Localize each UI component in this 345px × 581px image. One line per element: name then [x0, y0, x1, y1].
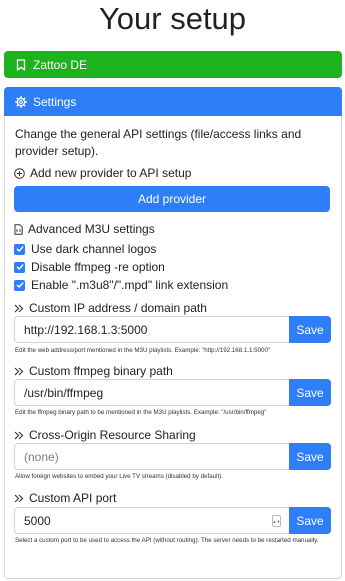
settings-card-label: Settings: [33, 94, 77, 109]
port-value: 5000: [24, 513, 51, 528]
provider-card-zattoo[interactable]: Zattoo DE: [4, 51, 342, 78]
cors-input-group: (none) Save: [14, 443, 331, 470]
add-provider-button[interactable]: Add provider: [14, 186, 330, 212]
save-ffmpeg-button[interactable]: Save: [289, 379, 331, 406]
checkbox-label: Enable ".m3u8"/".mpd" link extension: [31, 278, 229, 292]
settings-card-header[interactable]: Settings: [4, 87, 342, 116]
chevron-double-right-icon: [14, 367, 24, 376]
gear-icon: [15, 95, 27, 108]
save-ip-button[interactable]: Save: [289, 316, 331, 343]
checkbox-link-extension[interactable]: [14, 279, 25, 291]
add-provider-heading: Add new provider to API setup: [14, 166, 191, 180]
cors-heading: Cross-Origin Resource Sharing: [14, 428, 196, 442]
ip-address-input[interactable]: http://192.168.1.3:5000: [14, 316, 289, 343]
chevron-double-right-icon: [14, 304, 24, 313]
port-input-group: 5000 ▲▼ Save: [14, 507, 331, 534]
ffmpeg-input-group: /usr/bin/ffmpeg Save: [14, 379, 331, 406]
provider-card-label: Zattoo DE: [33, 57, 88, 72]
cors-input[interactable]: (none): [14, 443, 289, 470]
chevron-double-right-icon: [14, 431, 24, 440]
checkbox-label: Use dark channel logos: [31, 242, 157, 256]
ip-heading: Custom IP address / domain path: [14, 301, 207, 315]
port-input[interactable]: 5000 ▲▼: [14, 507, 289, 534]
check-icon: [16, 282, 23, 288]
checkbox-row-disable-ffmpeg-re[interactable]: Disable ffmpeg -re option: [14, 260, 165, 274]
port-help-text: Select a custom port to be used to acces…: [15, 537, 319, 544]
ip-help-text: Edit the web address/port mentioned in t…: [15, 347, 271, 354]
checkbox-row-dark-logos[interactable]: Use dark channel logos: [14, 242, 156, 256]
checkbox-dark-logos[interactable]: [14, 243, 25, 255]
ffmpeg-path-input[interactable]: /usr/bin/ffmpeg: [14, 379, 289, 406]
ip-input-group: http://192.168.1.3:5000 Save: [14, 316, 331, 343]
save-port-button[interactable]: Save: [289, 507, 331, 534]
cors-help-text: Allow foreign websites to embed your Liv…: [15, 473, 223, 480]
check-icon: [16, 264, 23, 270]
checkbox-disable-ffmpeg-re[interactable]: [14, 261, 25, 273]
chevron-double-right-icon: [14, 494, 24, 503]
ffmpeg-heading: Custom ffmpeg binary path: [14, 364, 173, 378]
checkbox-row-link-extension[interactable]: Enable ".m3u8"/".mpd" link extension: [14, 278, 228, 292]
check-icon: [16, 246, 23, 252]
page-title: Your setup: [98, 1, 247, 36]
plus-circle-icon: [14, 167, 25, 179]
number-spinner-icon[interactable]: ▲▼: [272, 515, 281, 527]
port-heading: Custom API port: [14, 491, 116, 505]
ffmpeg-help-text: Edit the ffmpeg binary path to be mentio…: [15, 409, 267, 416]
bookmark-icon: [15, 58, 27, 71]
file-icon: [14, 223, 23, 235]
advanced-m3u-heading: Advanced M3U settings: [14, 222, 155, 236]
checkbox-label: Disable ffmpeg -re option: [31, 260, 165, 274]
save-cors-button[interactable]: Save: [289, 443, 331, 470]
settings-description: Change the general API settings (file/ac…: [15, 127, 302, 158]
